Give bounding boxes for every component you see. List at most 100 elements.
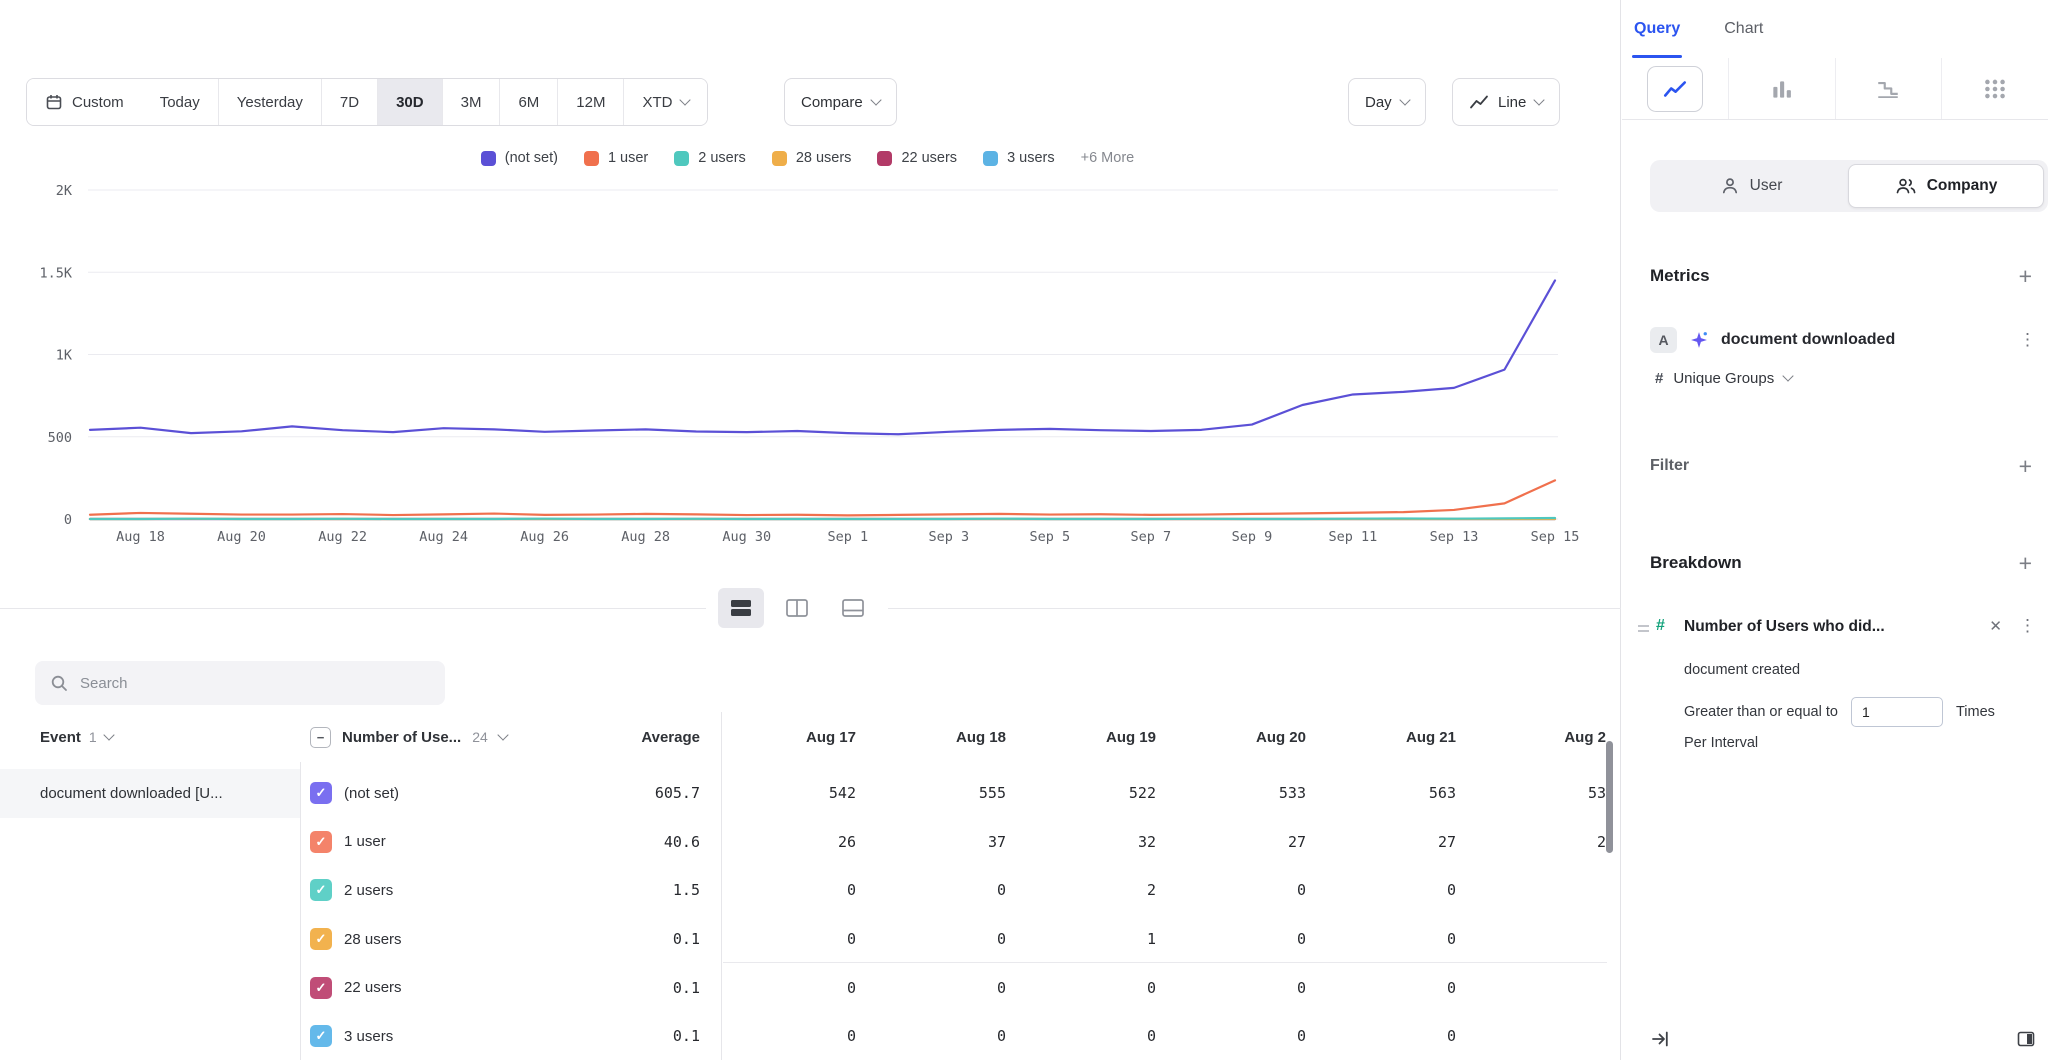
custom-range-label: Custom [72, 94, 124, 111]
add-metric-button[interactable]: + [2019, 265, 2032, 288]
add-breakdown-button[interactable]: + [2019, 552, 2032, 575]
add-filter-button[interactable]: + [2019, 455, 2032, 478]
metric-letter-badge: A [1650, 327, 1677, 353]
layout-split-vertical-button[interactable] [774, 588, 820, 628]
breakdown-card: # Number of Users who did... ✕ ⋮ documen… [1622, 606, 2048, 766]
value-cell: 0 [706, 930, 856, 948]
company-toggle-option[interactable]: Company [1848, 164, 2044, 208]
tab-chart-label: Chart [1724, 20, 1763, 38]
line-chart[interactable]: 05001K1.5K2KAug 18Aug 20Aug 22Aug 24Aug … [0, 150, 1615, 550]
svg-text:Sep 15: Sep 15 [1531, 529, 1580, 545]
line-chart-icon [1469, 93, 1489, 111]
value-cell: 32 [1006, 833, 1156, 851]
chart-type-select[interactable]: Line [1452, 78, 1560, 126]
tab-query[interactable]: Query [1632, 0, 1682, 58]
custom-range-button[interactable]: Custom [27, 79, 142, 125]
chevron-down-icon [1783, 370, 1794, 381]
value-cell: 2 [1456, 833, 1606, 851]
value-cell: 27 [1306, 833, 1456, 851]
breakdown-card-title[interactable]: Number of Users who did... [1684, 618, 1984, 636]
table-row[interactable]: ✓2 users1.500200 [0, 866, 1621, 915]
table-row[interactable]: ✓22 users0.100000 [0, 963, 1621, 1012]
metric-options-icon[interactable]: ⋮ [2019, 330, 2036, 350]
group-column-header[interactable]: − Number of Use... 24 [310, 714, 507, 760]
group-cell: ✓2 users [310, 866, 393, 915]
range-today-button[interactable]: Today [142, 79, 218, 125]
metric-row[interactable]: A document downloaded ⋮ [1650, 322, 2036, 358]
table-row[interactable]: ✓28 users0.100100 [0, 915, 1621, 964]
user-company-toggle: User Company [1650, 160, 2048, 212]
svg-text:Aug 28: Aug 28 [621, 529, 670, 545]
group-label: (not set) [344, 785, 399, 802]
toggle-sidebar-button[interactable] [2016, 1029, 2036, 1049]
date-column-header: Aug 19 [1006, 729, 1156, 746]
collapse-right-icon [1650, 1029, 1670, 1049]
range-30d-button[interactable]: 30D [377, 79, 442, 125]
range-6m-button[interactable]: 6M [499, 79, 557, 125]
checkbox-checked-icon[interactable]: ✓ [310, 879, 332, 901]
breakdown-event-name[interactable]: document created [1684, 662, 1800, 678]
chevron-down-icon [680, 94, 691, 105]
checkbox-checked-icon[interactable]: ✓ [310, 782, 332, 804]
value-cell: 37 [856, 833, 1006, 851]
split-vertical-icon [784, 597, 810, 619]
chart-type-line-button[interactable] [1622, 58, 1728, 119]
chart-type-more-button[interactable] [1941, 58, 2048, 119]
date-column-header: Aug 21 [1306, 729, 1456, 746]
aggregation-select[interactable]: # Unique Groups [1655, 364, 1792, 392]
group-header-count: 24 [472, 729, 488, 745]
drag-handle-icon[interactable] [1638, 625, 1649, 627]
metric-name[interactable]: document downloaded [1721, 331, 2007, 349]
group-label: 3 users [344, 1028, 393, 1045]
chart-type-funnel-button[interactable] [1835, 58, 1942, 119]
event-column-header[interactable]: Event 1 [40, 714, 113, 760]
table-scrollbar[interactable] [1606, 741, 1613, 853]
remove-breakdown-button[interactable]: ✕ [1989, 617, 2002, 635]
date-column-header: Aug 18 [856, 729, 1006, 746]
group-cell: ✓ (not set) [310, 769, 399, 818]
interval-select[interactable]: Day [1348, 78, 1426, 126]
breakdown-title: Breakdown [1650, 553, 1742, 573]
range-3m-button[interactable]: 3M [442, 79, 500, 125]
filter-title: Filter [1650, 457, 1689, 475]
average-cell: 1.5 [540, 866, 700, 915]
range-xtd-button[interactable]: XTD [623, 79, 707, 125]
table-row[interactable]: ✓1 user40.626373227272 [0, 818, 1621, 867]
xtd-label: XTD [642, 94, 672, 111]
breakdown-value-input[interactable] [1851, 697, 1943, 727]
chart-type-toolbar [1622, 58, 2048, 120]
collapse-panel-button[interactable] [1650, 1029, 1670, 1049]
chart-type-bar-button[interactable] [1728, 58, 1835, 119]
select-all-checkbox[interactable]: − [310, 727, 331, 748]
range-7d-button[interactable]: 7D [321, 79, 377, 125]
svg-text:500: 500 [48, 430, 72, 446]
compare-button[interactable]: Compare [784, 78, 897, 126]
value-cell: 0 [856, 881, 1006, 899]
svg-text:0: 0 [64, 512, 72, 528]
checkbox-checked-icon[interactable]: ✓ [310, 1025, 332, 1047]
layout-split-horizontal-button[interactable] [718, 588, 764, 628]
grid-dots-icon [1982, 77, 2008, 101]
bottom-panel-icon [840, 597, 866, 619]
table-row[interactable]: ✓(not set)605.754255552253356353 [0, 769, 1621, 818]
range-yesterday-button[interactable]: Yesterday [218, 79, 321, 125]
checkbox-checked-icon[interactable]: ✓ [310, 977, 332, 999]
per-interval-option[interactable]: Per Interval [1684, 735, 1758, 751]
group-label: 22 users [344, 979, 402, 996]
user-toggle-option[interactable]: User [1654, 164, 1848, 208]
layout-bottom-panel-button[interactable] [830, 588, 876, 628]
checkbox-checked-icon[interactable]: ✓ [310, 831, 332, 853]
svg-text:2K: 2K [56, 183, 73, 199]
tab-chart[interactable]: Chart [1722, 0, 1765, 58]
search-input[interactable] [80, 675, 430, 692]
svg-text:Sep 9: Sep 9 [1232, 529, 1273, 545]
checkbox-checked-icon[interactable]: ✓ [310, 928, 332, 950]
breakdown-options-icon[interactable]: ⋮ [2019, 616, 2036, 636]
measure-hash-icon: # [1655, 370, 1663, 387]
breakdown-section-header: Breakdown + [1650, 545, 2032, 581]
group-cell: ✓28 users [310, 915, 402, 964]
range-12m-button[interactable]: 12M [557, 79, 623, 125]
condition-operator[interactable]: Greater than or equal to [1684, 704, 1838, 720]
svg-text:Sep 11: Sep 11 [1329, 529, 1378, 545]
table-row[interactable]: ✓3 users0.100000 [0, 1012, 1621, 1061]
